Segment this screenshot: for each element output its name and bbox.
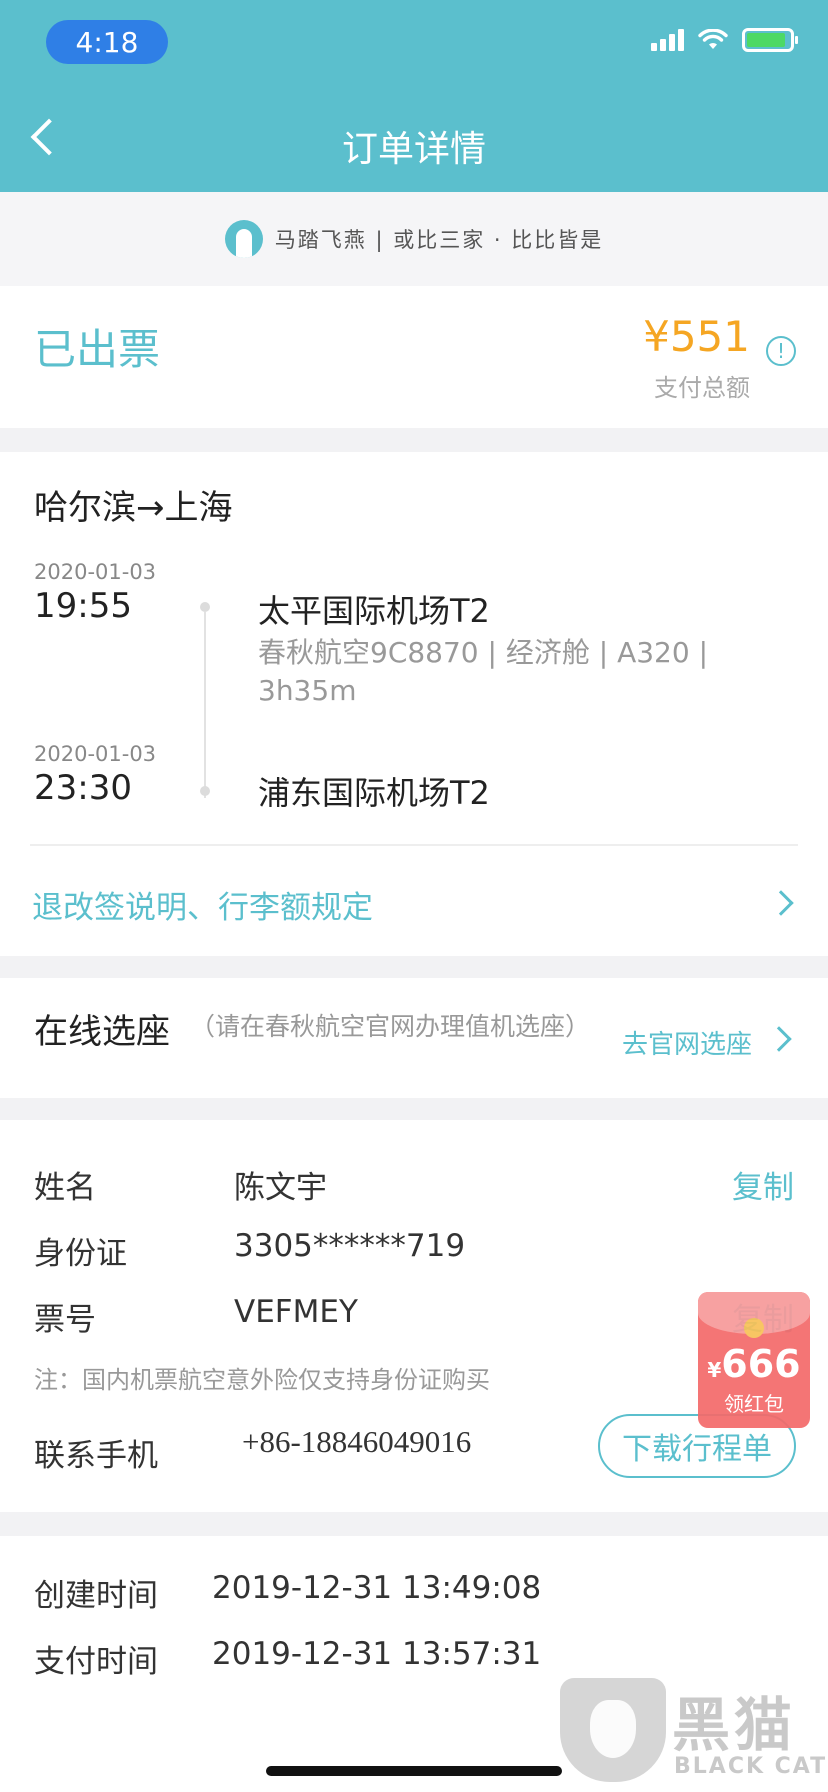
- brand-logo-icon: [224, 220, 263, 258]
- battery-icon: [742, 28, 798, 52]
- created-time-label: 创建时间: [34, 1578, 158, 1614]
- passenger-name: 陈文宇: [234, 1170, 327, 1206]
- order-status-card: 已出票 ¥551 支付总额 !: [0, 286, 828, 428]
- copy-name-button[interactable]: 复制: [732, 1162, 794, 1207]
- brand-slogan: 马踏飞燕 | 或比三家 · 比比皆是: [274, 228, 604, 252]
- red-packet-label: 领红包: [724, 1392, 784, 1416]
- paid-time: 2019-12-31 13:57:31: [212, 1636, 542, 1672]
- paid-time-label: 支付时间: [34, 1644, 158, 1680]
- arrival-time: 23:30: [34, 768, 132, 808]
- insurance-note: 注：国内机票航空意外险仅支持身份证购买: [34, 1366, 490, 1394]
- ticket-number: VEFMEY: [234, 1294, 358, 1330]
- seat-selection-card: 在线选座 （请在春秋航空官网办理值机选座） 去官网选座: [0, 978, 828, 1098]
- watermark: 黑猫 BLACK CAT: [556, 1672, 828, 1792]
- flight-route: 哈尔滨→上海: [34, 488, 233, 528]
- red-packet-amount: ¥666: [707, 1342, 801, 1386]
- created-time: 2019-12-31 13:49:08: [212, 1570, 542, 1606]
- seat-selection-title: 在线选座: [34, 1012, 170, 1052]
- timeline-end-dot: [200, 786, 210, 796]
- total-amount-label: 支付总额: [654, 374, 750, 402]
- ticket-label: 票号: [34, 1302, 96, 1338]
- arrival-airport: 浦东国际机场T2: [258, 774, 490, 812]
- watermark-en: BLACK CAT: [674, 1754, 828, 1779]
- go-official-seat-link[interactable]: 去官网选座: [622, 1024, 752, 1061]
- departure-airport: 太平国际机场T2: [258, 592, 490, 630]
- name-label: 姓名: [34, 1170, 96, 1206]
- timeline-line: [204, 612, 206, 798]
- red-packet-button[interactable]: ¥666 领红包: [698, 1292, 810, 1428]
- id-label: 身份证: [34, 1236, 127, 1272]
- info-icon[interactable]: !: [766, 336, 796, 366]
- watermark-cn: 黑猫: [672, 1691, 797, 1759]
- arrival-date: 2020-01-03: [34, 742, 157, 766]
- brand-banner: 马踏飞燕 | 或比三家 · 比比皆是: [0, 192, 828, 286]
- total-amount: ¥551: [643, 312, 750, 361]
- timeline-start-dot: [200, 602, 210, 612]
- chevron-right-icon[interactable]: [768, 890, 794, 916]
- page-title: 订单详情: [341, 129, 486, 170]
- seat-selection-note: （请在春秋航空官网办理值机选座）: [190, 1012, 591, 1041]
- divider: [30, 844, 798, 846]
- chevron-right-icon[interactable]: [766, 1026, 792, 1052]
- wifi-icon: [698, 29, 728, 49]
- contact-phone: +86-18846049016: [242, 1424, 472, 1459]
- coin-icon: [744, 1318, 764, 1338]
- departure-date: 2020-01-03: [34, 560, 157, 584]
- flight-info: 春秋航空9C8870 | 经济舱 | A320 | 3h35m: [258, 636, 709, 707]
- id-number: 3305******719: [234, 1228, 466, 1264]
- ticket-status: 已出票: [34, 325, 161, 374]
- status-icons: [651, 28, 798, 52]
- signal-icon: [651, 29, 684, 51]
- status-time: 4:18: [46, 20, 168, 64]
- flight-card: 哈尔滨→上海 2020-01-03 19:55 太平国际机场T2 春秋航空9C8…: [0, 452, 828, 956]
- cat-shield-icon: [560, 1678, 666, 1782]
- phone-label: 联系手机: [34, 1438, 158, 1474]
- refund-baggage-rules-link[interactable]: 退改签说明、行李额规定: [32, 882, 373, 927]
- departure-time: 19:55: [34, 586, 132, 626]
- app-header: 4:18 订单详情: [0, 0, 828, 192]
- home-indicator[interactable]: [266, 1766, 562, 1776]
